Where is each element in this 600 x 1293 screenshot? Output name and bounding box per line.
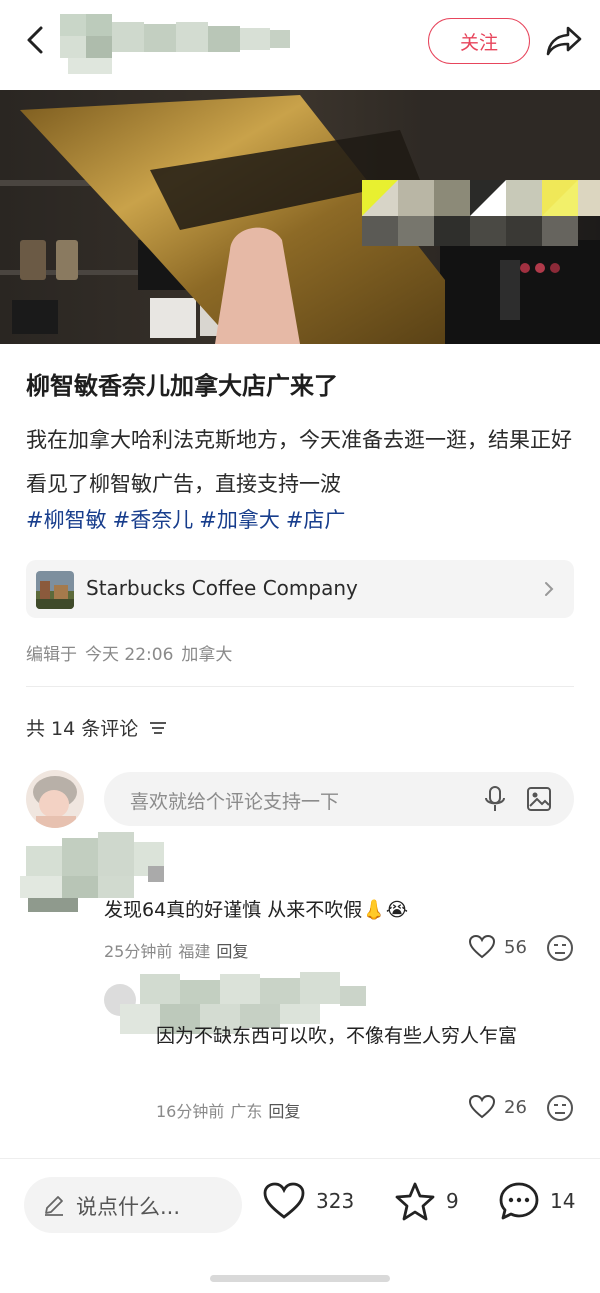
comment-meta: 16分钟前 广东 回复: [156, 1098, 306, 1122]
location-thumbnail: [36, 571, 74, 609]
star-icon: [395, 1182, 435, 1221]
say-something-input[interactable]: 说点什么...: [24, 1177, 242, 1233]
post-photo[interactable]: [0, 90, 600, 344]
reply-button[interactable]: 回复: [268, 1102, 300, 1121]
sort-icon[interactable]: [148, 719, 168, 737]
author-avatar-name-pixelated[interactable]: [58, 14, 298, 76]
dislike-face-icon[interactable]: [546, 1094, 574, 1122]
heart-icon: [263, 1182, 305, 1219]
post-meta: 编辑于 今天 22:06 加拿大: [26, 640, 240, 665]
comment-like-button[interactable]: 26: [468, 1094, 527, 1120]
image-icon[interactable]: [526, 786, 552, 812]
comment-button[interactable]: 14: [498, 1181, 575, 1221]
reply-button[interactable]: 回复: [216, 942, 248, 961]
post-region: 加拿大: [181, 645, 233, 665]
location-card[interactable]: Starbucks Coffee Company: [26, 560, 574, 618]
like-button[interactable]: 323: [262, 1181, 354, 1221]
like-count: 323: [316, 1189, 355, 1213]
say-something-label: 说点什么...: [76, 1195, 181, 1219]
back-arrow-icon[interactable]: [18, 22, 54, 58]
post-tags: #柳智敏 #香奈儿 #加拿大 #店广: [26, 498, 351, 542]
edited-label: 编辑于: [26, 645, 77, 665]
chevron-right-icon: [545, 582, 554, 596]
top-bar: 关注: [0, 0, 600, 84]
divider: [26, 686, 574, 687]
favorite-count: 9: [446, 1189, 459, 1213]
comment-input[interactable]: 喜欢就给个评论支持一下: [104, 772, 574, 826]
comment-like-count: 26: [504, 1096, 527, 1118]
location-name: Starbucks Coffee Company: [86, 576, 358, 600]
comment-time: 25分钟前: [104, 942, 173, 961]
dislike-face-icon[interactable]: [546, 934, 574, 962]
post-body: 我在加拿大哈利法克斯地方，今天准备去逛一逛，结果正好看见了柳智敏广告，直接支持一…: [26, 428, 572, 496]
share-icon[interactable]: [544, 22, 584, 60]
comment-total: 14: [550, 1189, 576, 1213]
comment-meta: 25分钟前 福建 回复: [104, 938, 254, 962]
heart-icon: [468, 934, 496, 959]
comment-count[interactable]: 共 14 条评论: [26, 714, 168, 741]
post-title: 柳智敏香奈儿加拿大店广来了: [26, 372, 338, 400]
comment-text: 因为不缺东西可以吹，不像有些人穷人乍富: [156, 1025, 518, 1047]
comment-text: 发现64真的好谨慎 从来不吹假👃😭: [104, 899, 409, 921]
pencil-icon: [45, 1196, 63, 1216]
my-avatar[interactable]: [26, 770, 84, 828]
home-indicator[interactable]: [210, 1275, 390, 1282]
tag-link[interactable]: #香奈儿: [113, 508, 194, 532]
comment-time: 16分钟前: [156, 1102, 225, 1121]
microphone-icon[interactable]: [482, 785, 508, 813]
bottom-action-bar: 说点什么... 323 9 14: [0, 1158, 600, 1293]
follow-button[interactable]: 关注: [428, 18, 530, 64]
tag-link[interactable]: #加拿大: [199, 508, 280, 532]
tag-link[interactable]: #柳智敏: [26, 508, 107, 532]
heart-icon: [468, 1094, 496, 1119]
comment-region: 广东: [230, 1102, 263, 1121]
comment-like-count: 56: [504, 936, 527, 958]
chat-bubble-icon: [499, 1182, 539, 1220]
comment-count-label: 共 14 条评论: [26, 718, 139, 740]
comment-like-button[interactable]: 56: [468, 934, 527, 960]
favorite-button[interactable]: 9: [394, 1181, 459, 1221]
edited-time: 今天 22:06: [85, 645, 174, 665]
comment-region: 福建: [178, 942, 211, 961]
tag-link[interactable]: #店广: [286, 508, 346, 532]
comment-input-placeholder: 喜欢就给个评论支持一下: [130, 791, 340, 813]
